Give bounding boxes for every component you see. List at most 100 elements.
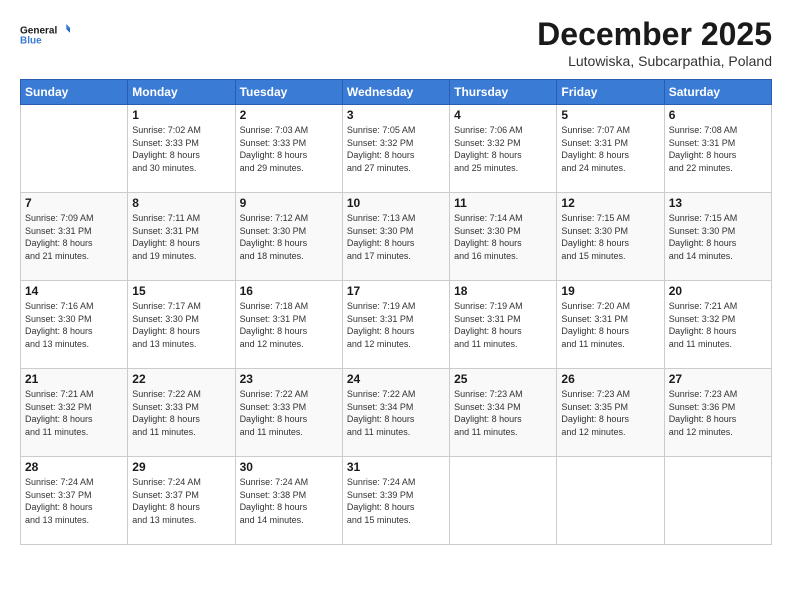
day-number: 6 [669,108,767,122]
calendar-cell: 19Sunrise: 7:20 AM Sunset: 3:31 PM Dayli… [557,281,664,369]
calendar-cell: 28 Sunrise: 7:24 AM Sunset: 3:37 PM Dayli… [21,457,128,545]
logo: General Blue [20,16,70,52]
cell-info: Sunrise: 7:20 AM Sunset: 3:31 PM Dayligh… [561,300,659,350]
cell-info: Sunrise: 7:16 AM Sunset: 3:30 PM Dayligh… [25,300,123,350]
calendar-cell: 9 Sunrise: 7:12 AM Sunset: 3:30 PM Daylig… [235,193,342,281]
calendar-cell: 11Sunrise: 7:14 AM Sunset: 3:30 PM Dayli… [450,193,557,281]
calendar-cell: 6 Sunrise: 7:08 AM Sunset: 3:31 PM Daylig… [664,105,771,193]
calendar-header-row: SundayMondayTuesdayWednesdayThursdayFrid… [21,80,772,105]
cell-info: Sunrise: 7:23 AM Sunset: 3:34 PM Dayligh… [454,388,552,438]
cell-info: Sunrise: 7:12 AM Sunset: 3:30 PM Dayligh… [240,212,338,262]
calendar-cell: 27 Sunrise: 7:23 AM Sunset: 3:36 PM Dayli… [664,369,771,457]
cell-info: Sunrise: 7:22 AM Sunset: 3:33 PM Dayligh… [132,388,230,438]
svg-text:Blue: Blue [20,35,42,46]
calendar-cell: 8Sunrise: 7:11 AM Sunset: 3:31 PM Daylig… [128,193,235,281]
day-number: 11 [454,196,552,210]
day-number: 30 [240,460,338,474]
calendar-cell: 1 Sunrise: 7:02 AM Sunset: 3:33 PM Daylig… [128,105,235,193]
day-number: 21 [25,372,123,386]
day-number: 24 [347,372,445,386]
day-number: 22 [132,372,230,386]
day-number: 27 [669,372,767,386]
logo-svg: General Blue [20,16,70,52]
calendar-week-row: 1 Sunrise: 7:02 AM Sunset: 3:33 PM Daylig… [21,105,772,193]
title-section: December 2025 Lutowiska, Subcarpathia, P… [537,16,772,69]
calendar-cell: 12Sunrise: 7:15 AM Sunset: 3:30 PM Dayli… [557,193,664,281]
day-number: 9 [240,196,338,210]
day-number: 17 [347,284,445,298]
calendar-cell: 22 Sunrise: 7:22 AM Sunset: 3:33 PM Dayli… [128,369,235,457]
calendar-week-row: 7Sunrise: 7:09 AM Sunset: 3:31 PM Daylig… [21,193,772,281]
day-number: 26 [561,372,659,386]
cell-info: Sunrise: 7:03 AM Sunset: 3:33 PM Dayligh… [240,124,338,174]
cell-info: Sunrise: 7:24 AM Sunset: 3:37 PM Dayligh… [25,476,123,526]
cell-info: Sunrise: 7:23 AM Sunset: 3:35 PM Dayligh… [561,388,659,438]
calendar-cell [557,457,664,545]
calendar-cell [21,105,128,193]
day-number: 20 [669,284,767,298]
calendar-cell [664,457,771,545]
day-number: 10 [347,196,445,210]
day-number: 5 [561,108,659,122]
day-number: 18 [454,284,552,298]
calendar-cell: 31 Sunrise: 7:24 AM Sunset: 3:39 PM Dayli… [342,457,449,545]
calendar-cell: 16Sunrise: 7:18 AM Sunset: 3:31 PM Dayli… [235,281,342,369]
calendar-cell: 10 Sunrise: 7:13 AM Sunset: 3:30 PM Dayli… [342,193,449,281]
cell-info: Sunrise: 7:22 AM Sunset: 3:33 PM Dayligh… [240,388,338,438]
calendar-cell: 17Sunrise: 7:19 AM Sunset: 3:31 PM Dayli… [342,281,449,369]
calendar-week-row: 21Sunrise: 7:21 AM Sunset: 3:32 PM Dayli… [21,369,772,457]
day-number: 25 [454,372,552,386]
col-header-monday: Monday [128,80,235,105]
calendar-cell: 18 Sunrise: 7:19 AM Sunset: 3:31 PM Dayli… [450,281,557,369]
calendar-cell: 24 Sunrise: 7:22 AM Sunset: 3:34 PM Dayli… [342,369,449,457]
calendar-cell: 13 Sunrise: 7:15 AM Sunset: 3:30 PM Dayli… [664,193,771,281]
col-header-wednesday: Wednesday [342,80,449,105]
calendar-cell: 5 Sunrise: 7:07 AM Sunset: 3:31 PM Daylig… [557,105,664,193]
cell-info: Sunrise: 7:22 AM Sunset: 3:34 PM Dayligh… [347,388,445,438]
col-header-sunday: Sunday [21,80,128,105]
day-number: 8 [132,196,230,210]
cell-info: Sunrise: 7:23 AM Sunset: 3:36 PM Dayligh… [669,388,767,438]
calendar-cell [450,457,557,545]
calendar-cell: 20 Sunrise: 7:21 AM Sunset: 3:32 PM Dayli… [664,281,771,369]
svg-text:General: General [20,25,57,36]
cell-info: Sunrise: 7:15 AM Sunset: 3:30 PM Dayligh… [561,212,659,262]
cell-info: Sunrise: 7:05 AM Sunset: 3:32 PM Dayligh… [347,124,445,174]
calendar-cell: 26 Sunrise: 7:23 AM Sunset: 3:35 PM Dayli… [557,369,664,457]
cell-info: Sunrise: 7:24 AM Sunset: 3:39 PM Dayligh… [347,476,445,526]
calendar-week-row: 14 Sunrise: 7:16 AM Sunset: 3:30 PM Dayli… [21,281,772,369]
col-header-friday: Friday [557,80,664,105]
cell-info: Sunrise: 7:09 AM Sunset: 3:31 PM Dayligh… [25,212,123,262]
calendar-week-row: 28 Sunrise: 7:24 AM Sunset: 3:37 PM Dayli… [21,457,772,545]
day-number: 3 [347,108,445,122]
cell-info: Sunrise: 7:15 AM Sunset: 3:30 PM Dayligh… [669,212,767,262]
calendar-cell: 15 Sunrise: 7:17 AM Sunset: 3:30 PM Dayli… [128,281,235,369]
cell-info: Sunrise: 7:24 AM Sunset: 3:38 PM Dayligh… [240,476,338,526]
location: Lutowiska, Subcarpathia, Poland [537,53,772,69]
cell-info: Sunrise: 7:02 AM Sunset: 3:33 PM Dayligh… [132,124,230,174]
header: General Blue December 2025 Lutowiska, Su… [20,16,772,69]
day-number: 23 [240,372,338,386]
cell-info: Sunrise: 7:17 AM Sunset: 3:30 PM Dayligh… [132,300,230,350]
day-number: 15 [132,284,230,298]
calendar-cell: 30 Sunrise: 7:24 AM Sunset: 3:38 PM Dayli… [235,457,342,545]
cell-info: Sunrise: 7:13 AM Sunset: 3:30 PM Dayligh… [347,212,445,262]
calendar-cell: 25 Sunrise: 7:23 AM Sunset: 3:34 PM Dayli… [450,369,557,457]
cell-info: Sunrise: 7:21 AM Sunset: 3:32 PM Dayligh… [669,300,767,350]
calendar-cell: 14 Sunrise: 7:16 AM Sunset: 3:30 PM Dayli… [21,281,128,369]
day-number: 1 [132,108,230,122]
calendar-cell: 21Sunrise: 7:21 AM Sunset: 3:32 PM Dayli… [21,369,128,457]
calendar-cell: 4Sunrise: 7:06 AM Sunset: 3:32 PM Daylig… [450,105,557,193]
cell-info: Sunrise: 7:06 AM Sunset: 3:32 PM Dayligh… [454,124,552,174]
cell-info: Sunrise: 7:07 AM Sunset: 3:31 PM Dayligh… [561,124,659,174]
day-number: 14 [25,284,123,298]
cell-info: Sunrise: 7:19 AM Sunset: 3:31 PM Dayligh… [454,300,552,350]
day-number: 16 [240,284,338,298]
day-number: 28 [25,460,123,474]
calendar-table: SundayMondayTuesdayWednesdayThursdayFrid… [20,79,772,545]
col-header-tuesday: Tuesday [235,80,342,105]
day-number: 31 [347,460,445,474]
day-number: 13 [669,196,767,210]
calendar-cell: 2Sunrise: 7:03 AM Sunset: 3:33 PM Daylig… [235,105,342,193]
cell-info: Sunrise: 7:08 AM Sunset: 3:31 PM Dayligh… [669,124,767,174]
